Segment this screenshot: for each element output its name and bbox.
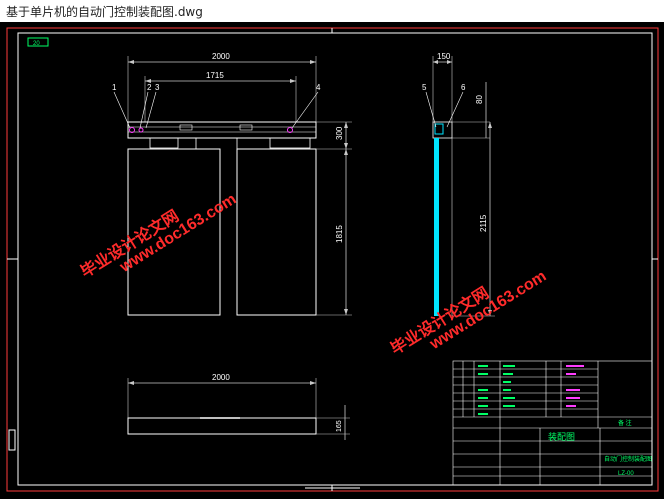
dim-side-top-height: 80 [475,95,484,104]
drawing-title: 自动门控制装配图 [604,455,652,463]
balloon-2: 2 [147,83,152,92]
balloon-4: 4 [316,83,321,92]
corner-tag: 20 [33,41,40,47]
balloon-3: 3 [155,83,160,92]
watermark-left: 毕业设计论文网 www.doc163.com [77,191,239,282]
balloon-1: 1 [112,83,117,92]
title-block-texts [478,365,584,415]
drawing-number: LZ-00 [618,471,634,477]
window-title: 基于单片机的自动门控制装配图.dwg [6,5,203,19]
side-view: 150 80 2115 5 6 [422,52,495,317]
dim-front-door-height: 1815 [335,225,344,243]
watermark-right: 毕业设计论文网 www.doc163.com [387,268,549,359]
dim-front-header-height: 300 [335,126,344,140]
dim-top-width: 2000 [212,373,230,382]
drawing-sheet: 20 2000 1715 1 2 3 4 300 1815 150 80 211… [6,27,659,492]
dim-side-top-width: 150 [437,52,451,61]
title-block-label-left: 装配图 [548,431,575,442]
dim-front-opening: 1715 [206,71,224,80]
cad-canvas[interactable]: 20 2000 1715 1 2 3 4 300 1815 150 80 211… [0,22,664,499]
dim-side-height: 2115 [479,214,488,232]
dim-front-width: 2000 [212,52,230,61]
balloon-5: 5 [422,83,427,92]
balloon-6: 6 [461,83,466,92]
front-view: 2000 1715 1 2 3 4 300 1815 [112,52,352,316]
dim-top-depth: 165 [336,420,343,432]
top-view: 2000 165 [127,373,350,440]
window-title-bar: 基于单片机的自动门控制装配图.dwg [0,0,664,23]
title-block-label-right: 备 注 [618,419,632,427]
